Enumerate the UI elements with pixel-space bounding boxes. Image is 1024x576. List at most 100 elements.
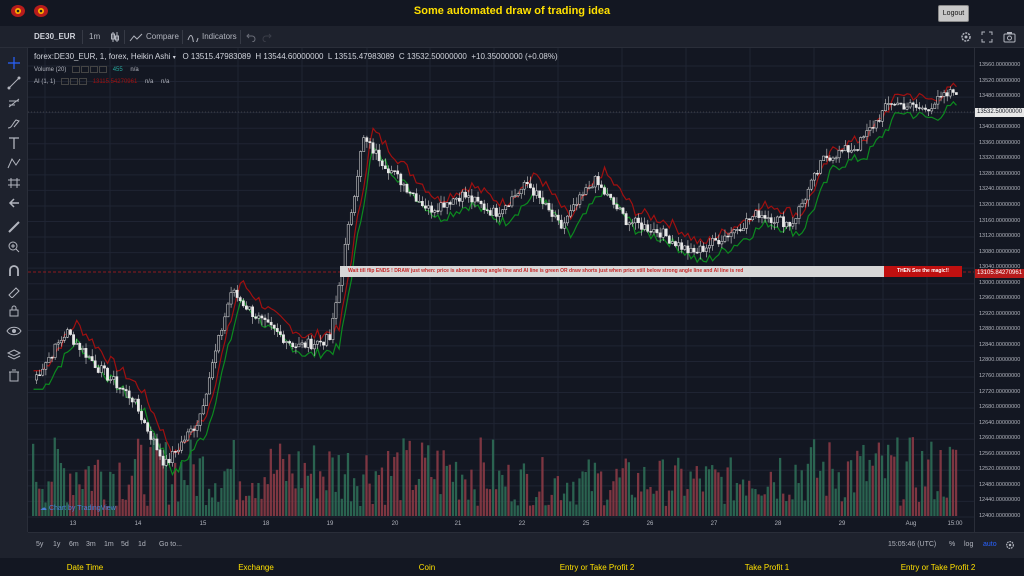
camera-icon[interactable]: [1003, 31, 1016, 43]
volume-bar: [738, 484, 742, 516]
arrow-left-icon[interactable]: [6, 196, 22, 210]
legend-series-name[interactable]: forex:DE30_EUR, 1, forex, Heikin Ashi: [34, 52, 171, 61]
gear-icon[interactable]: [960, 31, 972, 43]
auto-toggle[interactable]: auto: [983, 541, 997, 548]
indicators-button[interactable]: Indicators: [202, 26, 237, 48]
candle-body: [581, 194, 585, 196]
time-axis[interactable]: 13 14 15 18 19 20 21 22 25 26 27 28 29 Aug 15:00: [28, 519, 974, 532]
candle-body: [72, 334, 75, 345]
candle-body: [214, 350, 217, 363]
range-button-5y[interactable]: 5y: [36, 541, 43, 548]
crosshair-icon[interactable]: [6, 56, 22, 70]
candle-body: [387, 168, 390, 174]
fib-icon[interactable]: [6, 96, 22, 110]
column-header[interactable]: Take Profit 1: [745, 563, 789, 572]
ai-legend: AI (1, 1) 13115.54270961 n/a n/a: [34, 78, 169, 85]
trendline-icon[interactable]: [6, 76, 22, 90]
candle-body: [374, 149, 378, 154]
volume-label[interactable]: Volume (20): [34, 67, 66, 73]
column-header[interactable]: Entry or Take Profit 2: [560, 563, 635, 572]
log-toggle[interactable]: log: [964, 541, 973, 548]
compare-button[interactable]: Compare: [146, 26, 179, 48]
tradingview-watermark[interactable]: ☁ Chart by TradingView: [40, 504, 116, 512]
volume-bar: [180, 461, 183, 516]
candle-body: [553, 214, 557, 217]
candle-body: [624, 213, 628, 226]
redo-icon[interactable]: [262, 32, 272, 42]
volume-bar: [640, 491, 643, 516]
candle-body: [667, 235, 671, 244]
ai-price-tag: 13105.84270961: [975, 269, 1024, 278]
candle-body: [380, 160, 384, 167]
chart-canvas[interactable]: [28, 48, 974, 532]
candle-body: [572, 204, 576, 211]
volume-bar: [408, 440, 411, 516]
undo-icon[interactable]: [246, 32, 256, 42]
range-button-5d[interactable]: 5d: [121, 541, 129, 548]
range-button-6m[interactable]: 6m: [69, 541, 79, 548]
range-button-1d[interactable]: 1d: [138, 541, 146, 548]
brush-icon[interactable]: [6, 116, 22, 130]
volume-bar: [920, 450, 924, 516]
candle-body: [911, 102, 915, 105]
volume-bar: [883, 478, 887, 516]
candle-body: [161, 455, 165, 466]
column-header[interactable]: Date Time: [67, 563, 103, 572]
gear-icon[interactable]: [1005, 540, 1015, 550]
range-button-3m[interactable]: 3m: [86, 541, 96, 548]
volume-bar: [377, 474, 380, 516]
volume-bar: [516, 505, 519, 516]
layers-icon[interactable]: [6, 348, 22, 362]
candle-body: [578, 194, 582, 205]
zoom-in-icon[interactable]: [6, 240, 22, 254]
candle-body: [420, 201, 424, 207]
candle-body: [788, 221, 792, 227]
pattern-icon[interactable]: [6, 156, 22, 170]
candle-style-icon[interactable]: [110, 31, 120, 43]
column-header[interactable]: Coin: [419, 563, 435, 572]
goto-button[interactable]: Go to...: [159, 541, 182, 548]
percent-toggle[interactable]: %: [949, 541, 955, 548]
candle-body: [408, 191, 412, 194]
eye-icon[interactable]: [6, 324, 22, 338]
volume-bar: [621, 468, 624, 516]
candle-body: [66, 329, 69, 338]
candle-body: [377, 149, 381, 162]
column-header[interactable]: Exchange: [238, 563, 274, 572]
prediction-icon[interactable]: [6, 176, 22, 190]
compare-icon[interactable]: [129, 33, 143, 42]
trash-icon[interactable]: [6, 368, 22, 382]
candle-body: [853, 149, 856, 151]
volume-bar: [547, 504, 550, 516]
candle-body: [211, 362, 214, 379]
ai-label[interactable]: AI (1, 1): [34, 79, 55, 85]
volume-bar: [198, 458, 201, 516]
lock-icon[interactable]: [6, 304, 22, 318]
range-button-1m[interactable]: 1m: [104, 541, 114, 548]
chart-pane[interactable]: forex:DE30_EUR, 1, forex, Heikin Ashi ▾ …: [28, 48, 974, 532]
lock-drawing-icon[interactable]: [6, 284, 22, 298]
column-header[interactable]: Entry or Take Profit 2: [901, 563, 976, 572]
candle-body: [282, 334, 285, 343]
volume-bar: [831, 468, 834, 516]
candle-body: [359, 151, 363, 177]
price-axis[interactable]: 13560.00000000 13520.00000000 13480.000000…: [974, 48, 1024, 532]
volume-bar: [118, 462, 121, 516]
interval-button[interactable]: 1m: [89, 26, 100, 48]
candle-body: [241, 300, 245, 307]
ruler-icon[interactable]: [6, 220, 22, 234]
volume-bar: [633, 497, 637, 516]
volume-bar: [285, 480, 288, 516]
volume-bar: [874, 453, 877, 516]
candle-body: [775, 216, 779, 223]
fullscreen-icon[interactable]: [981, 31, 993, 43]
range-button-1y[interactable]: 1y: [53, 541, 60, 548]
utc-clock[interactable]: 15:05:46 (UTC): [888, 541, 936, 548]
magnet-icon[interactable]: [6, 264, 22, 278]
candle-body: [504, 205, 508, 210]
logout-button[interactable]: Logout: [938, 5, 969, 22]
symbol-search[interactable]: DE30_EUR: [34, 26, 75, 48]
indicators-icon[interactable]: [187, 33, 199, 42]
candle-body: [170, 451, 174, 463]
text-tool-icon[interactable]: [6, 136, 22, 150]
